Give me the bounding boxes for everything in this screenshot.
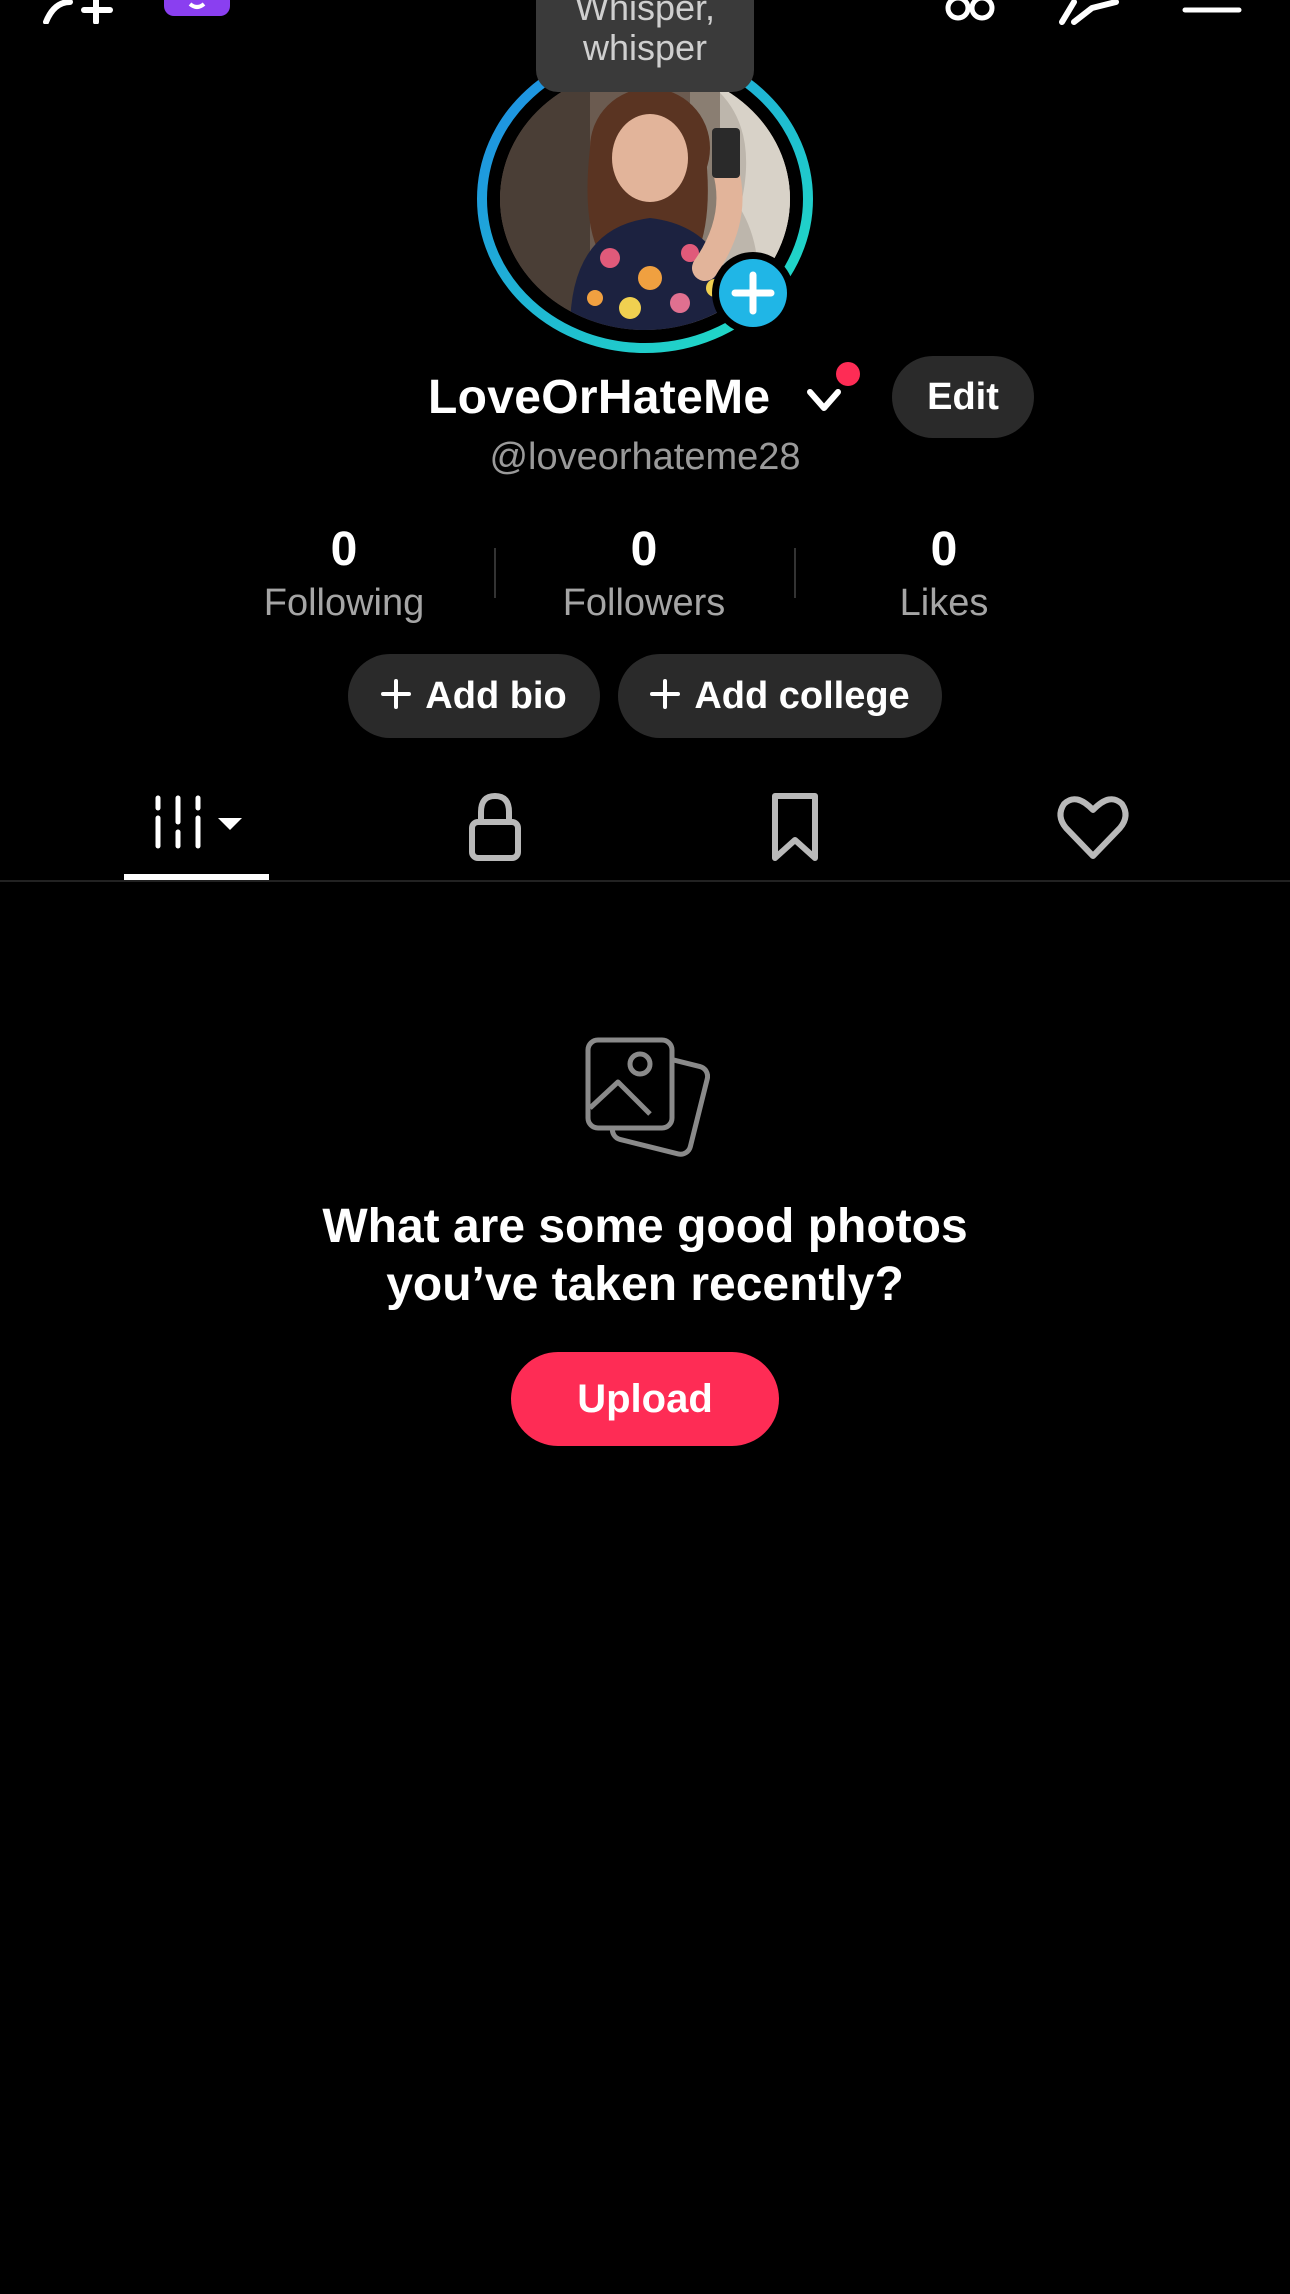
- stat-value: 0: [630, 523, 658, 576]
- add-avatar-button[interactable]: [712, 252, 794, 334]
- menu-icon[interactable]: [1182, 0, 1242, 16]
- bookmark-icon: [772, 793, 818, 861]
- tab-posts[interactable]: [124, 778, 269, 882]
- stat-following[interactable]: 0 Following: [194, 522, 494, 628]
- stat-value: 0: [330, 523, 358, 576]
- plus-icon: [650, 678, 681, 709]
- note-bubble[interactable]: Whisper, whisper: [536, 0, 754, 92]
- tab-saved[interactable]: [740, 778, 850, 882]
- note-line-1: Whisper,: [574, 0, 716, 28]
- photos-icon: [585, 1037, 710, 1157]
- stat-label: Followers: [562, 582, 726, 624]
- plus-icon: [731, 271, 775, 315]
- profile-stats: 0 Following 0 Followers 0 Likes: [0, 522, 1290, 632]
- add-friend-icon[interactable]: [40, 0, 116, 24]
- music-icon[interactable]: [944, 0, 1000, 22]
- add-college-label: Add college: [694, 675, 910, 717]
- plus-icon: [381, 678, 412, 709]
- stat-likes[interactable]: 0 Likes: [794, 522, 1094, 628]
- note-line-2: whisper: [582, 27, 708, 68]
- username-row: LoveOrHateMe: [0, 362, 1290, 432]
- add-college-button[interactable]: Add college: [618, 654, 942, 738]
- empty-line-1: What are some good photos: [322, 1200, 968, 1253]
- upload-button[interactable]: Upload: [511, 1352, 779, 1446]
- tabs-divider: [0, 880, 1290, 882]
- tab-liked[interactable]: [1038, 778, 1148, 882]
- notification-dot: [836, 362, 860, 386]
- app-badge-icon[interactable]: [164, 0, 230, 16]
- lock-icon: [469, 792, 521, 861]
- add-bio-label: Add bio: [425, 675, 567, 717]
- tab-private[interactable]: [440, 778, 550, 882]
- heart-icon: [1057, 796, 1129, 859]
- empty-state-message: What are some good photos you’ve taken r…: [0, 1198, 1290, 1314]
- stat-label: Likes: [899, 582, 989, 624]
- posts-grid-icon: [155, 795, 242, 849]
- profile-tabs: [0, 778, 1290, 882]
- stat-value: 0: [930, 523, 958, 576]
- trending-icon[interactable]: [1056, 0, 1122, 26]
- display-name[interactable]: LoveOrHateMe: [428, 370, 770, 425]
- add-bio-button[interactable]: Add bio: [348, 654, 600, 738]
- stat-followers[interactable]: 0 Followers: [494, 522, 794, 628]
- empty-line-2: you’ve taken recently?: [386, 1258, 904, 1311]
- edit-profile-button[interactable]: Edit: [892, 356, 1034, 438]
- chevron-down-icon[interactable]: [804, 380, 844, 420]
- stat-label: Following: [263, 582, 425, 624]
- username-handle: @loveorhateme28: [489, 436, 801, 478]
